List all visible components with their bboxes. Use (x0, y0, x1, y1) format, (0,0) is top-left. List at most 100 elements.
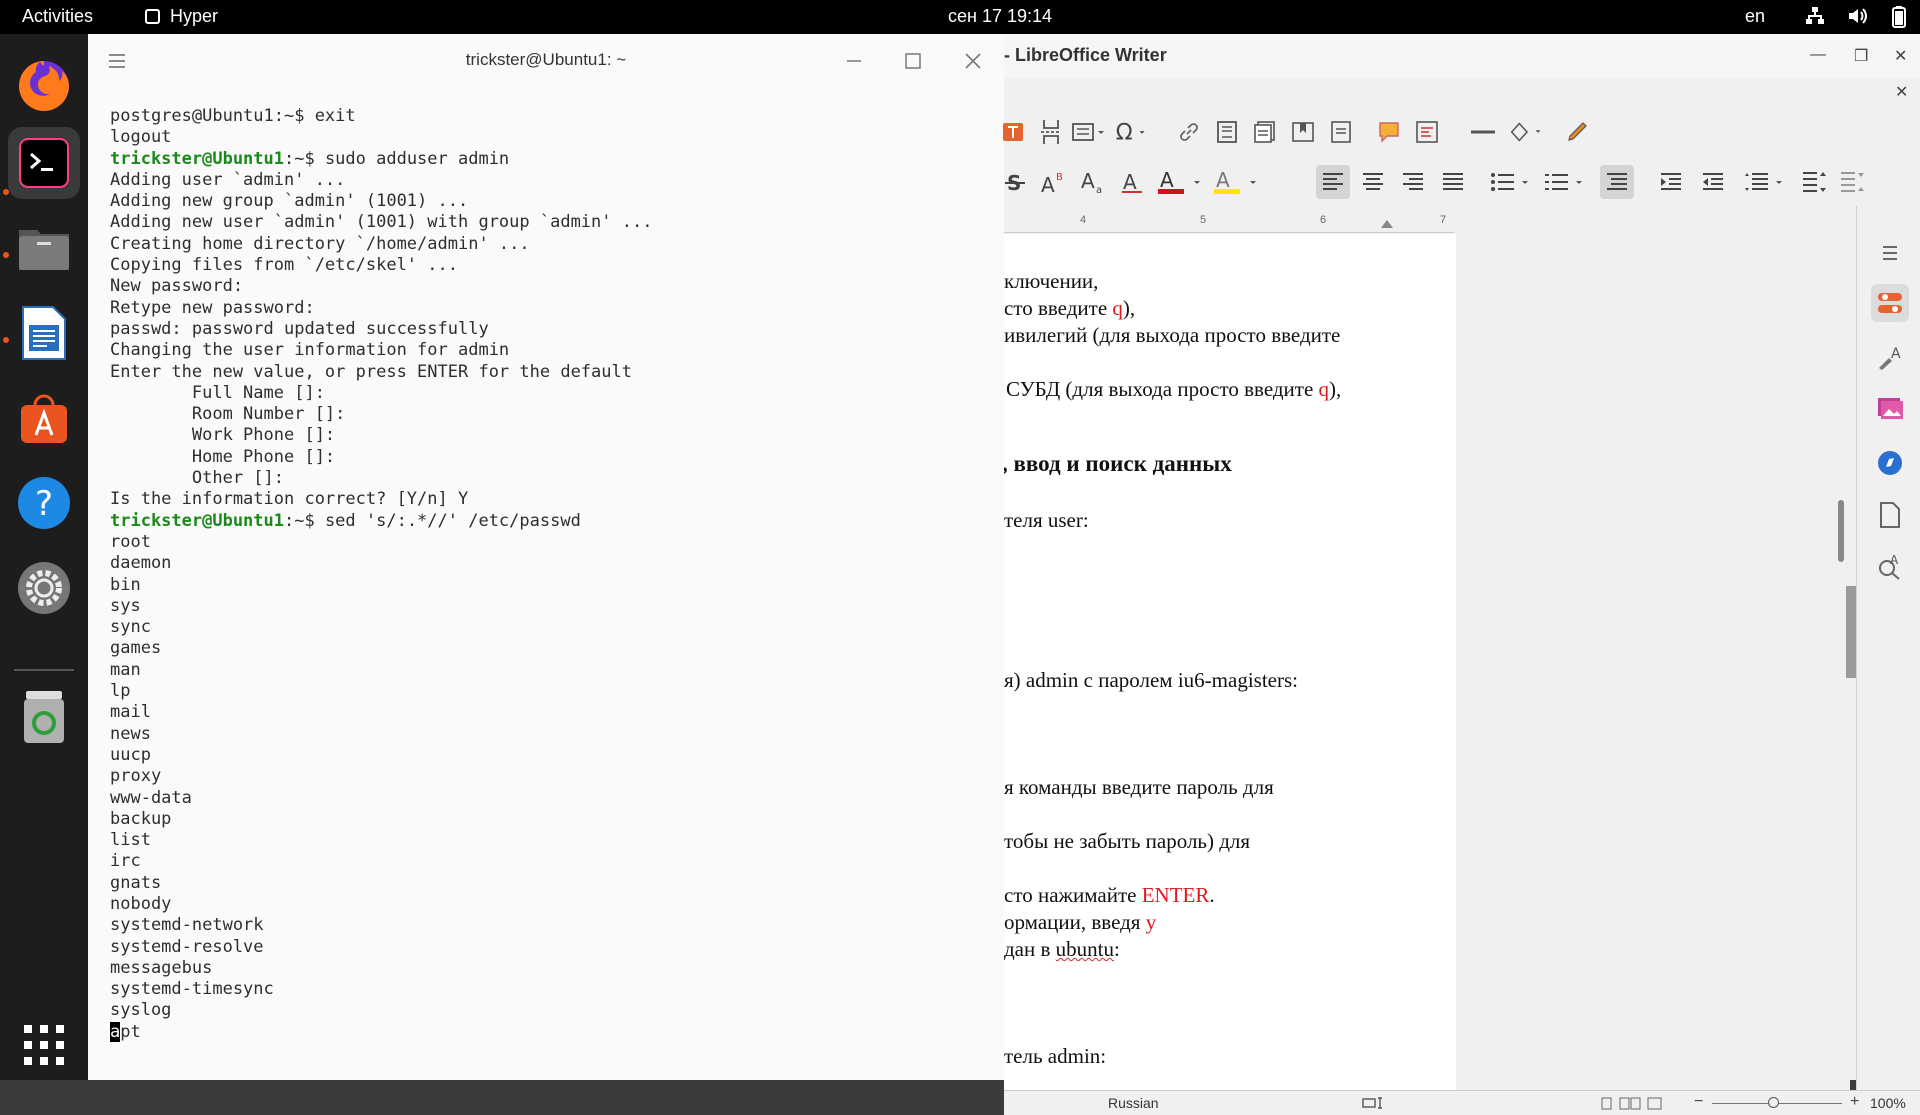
show-apps-icon[interactable] (8, 1009, 80, 1081)
terminal-line: systemd-timesync (110, 979, 274, 1000)
insert-footnote-icon[interactable] (1210, 115, 1244, 149)
terminal-line: Creating home directory `/home/admin' ..… (110, 233, 530, 254)
navigator-icon[interactable] (1871, 444, 1909, 482)
ordered-list-icon[interactable] (1544, 165, 1588, 199)
libreoffice-writer-window[interactable]: - LibreOffice Writer — ❐ ✕ ✕ Ω A B A a A… (1003, 34, 1920, 1115)
minimize-button[interactable] (839, 46, 869, 76)
maximize-button[interactable] (898, 46, 928, 76)
zoom-thumb[interactable] (1768, 1097, 1779, 1108)
minimize-button[interactable]: — (1810, 46, 1826, 64)
increase-paragraph-spacing-icon[interactable] (1798, 165, 1832, 199)
gallery-icon[interactable] (1871, 390, 1909, 428)
firefox-icon[interactable] (8, 50, 80, 122)
subscript-icon[interactable]: Aa (1076, 165, 1110, 199)
ruler-indent-marker[interactable] (1381, 220, 1393, 228)
terminal-window[interactable]: trickster@Ubuntu1: ~ postgres@Ubuntu1:~$… (88, 34, 1004, 1080)
insert-hyperlink-icon[interactable] (1172, 115, 1206, 149)
standard-toolbar: Ω (1003, 106, 1920, 156)
style-inspector-icon[interactable]: A (1871, 548, 1909, 586)
zoom-level[interactable]: 100% (1870, 1095, 1906, 1111)
app-menu-icon (145, 9, 160, 24)
terminal-titlebar[interactable]: trickster@Ubuntu1: ~ (88, 34, 1004, 86)
insert-special-character-icon[interactable]: Ω (1114, 115, 1148, 149)
files-icon[interactable] (8, 212, 80, 284)
strikethrough-icon[interactable]: S (998, 165, 1032, 199)
view-layout-icon[interactable] (1600, 1096, 1664, 1110)
terminal-prompt: trickster@Ubuntu1 (110, 510, 284, 531)
scrollbar-thumb[interactable] (1838, 500, 1844, 562)
sidebar-menu-icon[interactable] (1871, 234, 1909, 272)
terminal-line: gnats (110, 872, 162, 893)
draw-function-icon[interactable] (1560, 115, 1594, 149)
terminal-command: :~$ sed 's/:.*//' /etc/passwd (284, 510, 581, 531)
highlighting-color-icon[interactable]: A (1214, 165, 1262, 199)
terminal-line: systemd-network (110, 915, 264, 936)
zoom-out-icon[interactable]: − (1694, 1093, 1703, 1111)
insert-bookmark-icon[interactable] (1286, 115, 1320, 149)
decrease-indent-icon[interactable] (1696, 165, 1730, 199)
insert-endnote-icon[interactable] (1248, 115, 1282, 149)
align-right-icon[interactable] (1396, 165, 1430, 199)
insert-field-icon[interactable] (1072, 115, 1106, 149)
app-menu[interactable]: Hyper (145, 6, 218, 27)
insert-page-break-icon[interactable] (1034, 115, 1068, 149)
terminal-line: syslog (110, 1000, 172, 1021)
terminal-line: sys (110, 595, 141, 616)
writer-menubar: ✕ (1004, 78, 1920, 106)
font-color-icon[interactable]: A (1158, 165, 1206, 199)
zoom-in-icon[interactable]: + (1850, 1093, 1859, 1111)
sidebar-collapse-handle[interactable] (1846, 586, 1856, 678)
doc-heading: , ввод и поиск данных (1004, 451, 1232, 476)
terminal-line: Is the information correct? [Y/n] Y (110, 489, 469, 510)
terminal-line: postgres@Ubuntu1:~$ exit (110, 106, 356, 126)
input-language-indicator[interactable]: en (1745, 6, 1765, 27)
outline-format-icon[interactable] (1600, 165, 1634, 199)
insert-mode-icon[interactable] (1362, 1097, 1386, 1109)
decrease-paragraph-spacing-icon[interactable] (1836, 165, 1870, 199)
maximize-button[interactable]: ❐ (1854, 46, 1868, 66)
libreoffice-writer-icon[interactable] (8, 297, 80, 369)
doc-line: теля user: (1004, 508, 1089, 532)
insert-cross-reference-icon[interactable] (1324, 115, 1358, 149)
system-tray[interactable] (1805, 5, 1907, 29)
basic-shapes-icon[interactable] (1510, 115, 1544, 149)
document-page[interactable]: ключении, сто введите q), ивилегий (для … (1004, 234, 1457, 1090)
increase-indent-icon[interactable] (1654, 165, 1688, 199)
terminal-line: news (110, 723, 151, 744)
trash-icon[interactable] (8, 681, 80, 753)
activities-button[interactable]: Activities (22, 6, 93, 27)
writer-titlebar[interactable]: - LibreOffice Writer — ❐ ✕ (1004, 34, 1920, 78)
close-button[interactable]: ✕ (1894, 46, 1907, 66)
line-spacing-icon[interactable] (1744, 165, 1788, 199)
insert-comment-icon[interactable] (1372, 115, 1406, 149)
close-button[interactable] (958, 46, 988, 76)
horizontal-ruler[interactable]: 4 5 6 7 (1004, 212, 1454, 233)
align-center-icon[interactable] (1356, 165, 1390, 199)
settings-icon[interactable] (8, 552, 80, 624)
clock[interactable]: сен 17 19:14 (948, 6, 1052, 27)
align-left-icon[interactable] (1316, 165, 1350, 199)
svg-text:A: A (1081, 170, 1095, 193)
track-changes-icon[interactable] (1410, 115, 1444, 149)
terminal-output[interactable]: postgres@Ubuntu1:~$ exit logout trickster@… (110, 106, 990, 1043)
document-background (1456, 206, 1850, 1090)
doc-line: сто нажимайте ENTER. (1004, 883, 1215, 907)
close-document-button[interactable]: ✕ (1895, 82, 1908, 102)
properties-icon[interactable] (1871, 284, 1909, 322)
zoom-slider[interactable]: − + (1694, 1093, 1864, 1111)
insert-text-box-icon[interactable] (996, 115, 1030, 149)
styles-icon[interactable]: A (1871, 338, 1909, 376)
text-language-status[interactable]: Russian (1108, 1095, 1159, 1111)
software-center-icon[interactable] (8, 382, 80, 454)
hyper-terminal-icon[interactable] (8, 127, 80, 199)
unordered-list-icon[interactable] (1490, 165, 1534, 199)
terminal-line: Full Name []: (110, 382, 325, 403)
clear-formatting-icon[interactable]: A (1116, 165, 1150, 199)
page-icon[interactable] (1871, 496, 1909, 534)
terminal-cursor: a (110, 1021, 121, 1042)
insert-line-icon[interactable] (1466, 115, 1500, 149)
help-icon[interactable]: ? (8, 467, 80, 539)
superscript-icon[interactable]: AB (1036, 165, 1070, 199)
justify-icon[interactable] (1436, 165, 1470, 199)
terminal-line: systemd-resolve (110, 936, 264, 957)
